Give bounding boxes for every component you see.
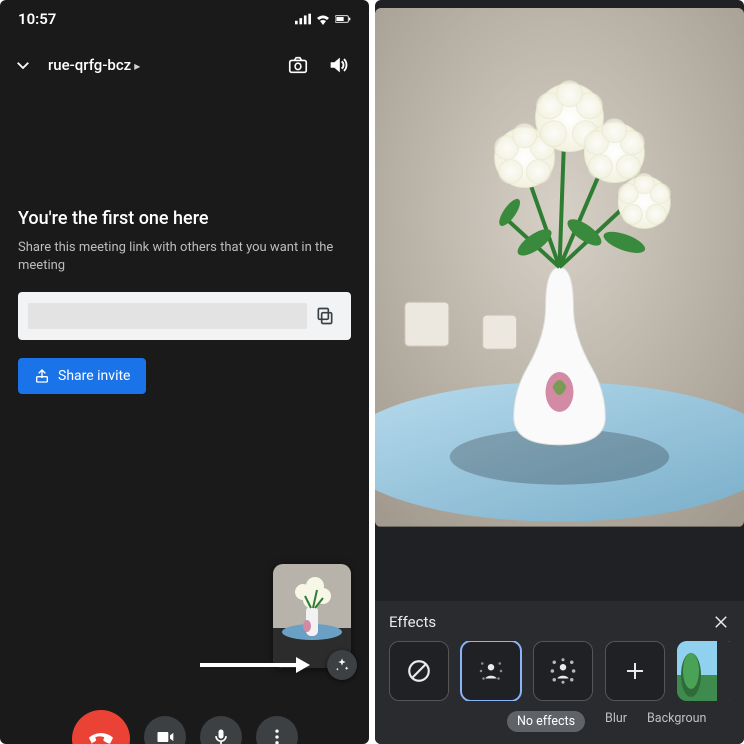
- effect-label-blur[interactable]: Blur: [605, 711, 627, 732]
- waiting-heading: You're the first one here: [18, 208, 351, 229]
- effects-title: Effects: [389, 613, 436, 631]
- meeting-top-bar: rue-qrfg-bcz: [0, 34, 369, 88]
- background-thumb-image: [677, 641, 730, 701]
- video-preview-image: [375, 8, 744, 527]
- share-invite-button[interactable]: Share invite: [18, 358, 146, 394]
- meeting-link-box: [18, 292, 351, 340]
- collapse-button[interactable]: [12, 54, 34, 76]
- status-bar: 10:57: [0, 0, 369, 34]
- annotation-arrow: [200, 656, 310, 674]
- open-effects-button[interactable]: [327, 650, 357, 680]
- blur-strong-icon: [548, 656, 578, 686]
- effects-preview-screen: Effects: [375, 0, 744, 744]
- meeting-waiting-screen: 10:57 rue-qrfg-bcz You're the first one …: [0, 0, 369, 744]
- more-vert-icon: [267, 727, 287, 744]
- speaker-button[interactable]: [325, 52, 351, 78]
- battery-icon: [335, 13, 351, 25]
- effect-none[interactable]: [389, 641, 449, 701]
- effects-labels: No effects Blur Backgroun: [389, 711, 730, 732]
- mic-icon: [211, 727, 231, 744]
- toggle-mic-button[interactable]: [200, 716, 242, 744]
- meeting-code[interactable]: rue-qrfg-bcz: [48, 56, 140, 74]
- video-preview: [375, 8, 744, 601]
- plus-icon: [623, 659, 647, 683]
- effect-label-background[interactable]: Backgroun: [647, 711, 706, 732]
- effect-label-none[interactable]: No effects: [507, 711, 585, 732]
- waiting-body: You're the first one here Share this mee…: [0, 208, 369, 394]
- share-invite-label: Share invite: [58, 368, 130, 384]
- clock: 10:57: [18, 10, 56, 28]
- blur-light-icon: [476, 656, 506, 686]
- toggle-camera-button[interactable]: [144, 716, 186, 744]
- signal-icon: [295, 13, 311, 25]
- effect-background-thumb[interactable]: [677, 641, 730, 701]
- effect-blur-light[interactable]: [461, 641, 521, 701]
- video-icon: [155, 727, 175, 744]
- no-effect-icon: [406, 658, 432, 684]
- status-icons: [295, 13, 351, 25]
- effects-panel: Effects: [375, 601, 744, 744]
- effects-options: [389, 641, 730, 701]
- effect-blur-strong[interactable]: [533, 641, 593, 701]
- sparkle-icon: [334, 657, 350, 673]
- share-icon: [34, 368, 50, 384]
- more-options-button[interactable]: [256, 716, 298, 744]
- meeting-link-redacted: [28, 303, 307, 329]
- close-effects-button[interactable]: [712, 613, 730, 631]
- waiting-subtext: Share this meeting link with others that…: [18, 239, 351, 274]
- end-call-button[interactable]: [72, 710, 130, 744]
- wifi-icon: [315, 13, 331, 25]
- hangup-icon: [87, 725, 115, 744]
- copy-link-button[interactable]: [307, 298, 343, 334]
- call-controls: [0, 688, 369, 744]
- switch-camera-button[interactable]: [285, 52, 311, 78]
- effect-add[interactable]: [605, 641, 665, 701]
- close-icon: [712, 613, 730, 631]
